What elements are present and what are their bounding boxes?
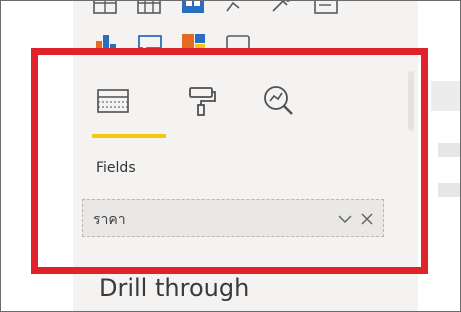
drill-through-heading: Drill through <box>99 274 250 302</box>
panel-stub <box>438 183 460 197</box>
chart-icon[interactable] <box>223 1 253 19</box>
map-icon[interactable] <box>179 1 209 19</box>
card-icon[interactable] <box>311 1 341 19</box>
screenshot-frame: Fields ราคา Drill through <box>0 0 461 312</box>
panel-stub <box>431 81 460 111</box>
matrix-icon[interactable] <box>135 1 165 19</box>
custom-visual-icon[interactable] <box>267 1 297 19</box>
panel-stub <box>438 143 460 157</box>
visual-gallery-row-1 <box>91 1 341 19</box>
highlight-annotation-box <box>31 48 428 274</box>
table-icon[interactable] <box>91 1 121 19</box>
